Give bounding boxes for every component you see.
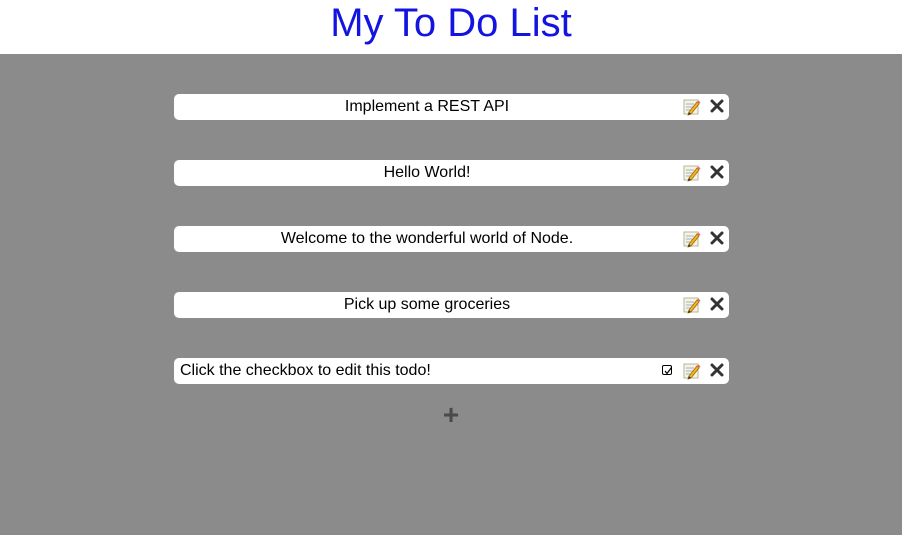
todo-text: Hello World! <box>383 164 471 181</box>
page-header: My To Do List <box>0 0 902 54</box>
pencil-note-icon[interactable] <box>683 230 701 248</box>
todo-item-editing: Click the checkbox to edit this todo! <box>174 358 729 384</box>
page-title: My To Do List <box>330 1 572 45</box>
todo-list: Implement a REST API Hello World! Welcom… <box>174 94 729 424</box>
close-x-icon[interactable] <box>710 165 724 179</box>
pencil-note-icon[interactable] <box>683 362 701 380</box>
todo-text: Implement a REST API <box>344 98 510 115</box>
todo-text[interactable]: Click the checkbox to edit this todo! <box>174 358 680 384</box>
todo-text: Welcome to the wonderful world of Node. <box>280 230 574 247</box>
plus-icon: + <box>442 399 460 430</box>
close-x-icon[interactable] <box>710 363 724 377</box>
close-x-icon[interactable] <box>710 297 724 311</box>
todo-item: Hello World! <box>174 160 729 186</box>
todo-item: Pick up some groceries <box>174 292 729 318</box>
pencil-note-icon[interactable] <box>683 164 701 182</box>
add-todo-button[interactable]: + <box>441 401 461 429</box>
pencil-note-icon[interactable] <box>683 296 701 314</box>
todo-item: Welcome to the wonderful world of Node. <box>174 226 729 252</box>
close-x-icon[interactable] <box>710 99 724 113</box>
pencil-note-icon[interactable] <box>683 98 701 116</box>
checkbox-checked-icon[interactable] <box>662 365 672 375</box>
todo-item: Implement a REST API <box>174 94 729 120</box>
close-x-icon[interactable] <box>710 231 724 245</box>
todo-text: Pick up some groceries <box>343 296 511 313</box>
